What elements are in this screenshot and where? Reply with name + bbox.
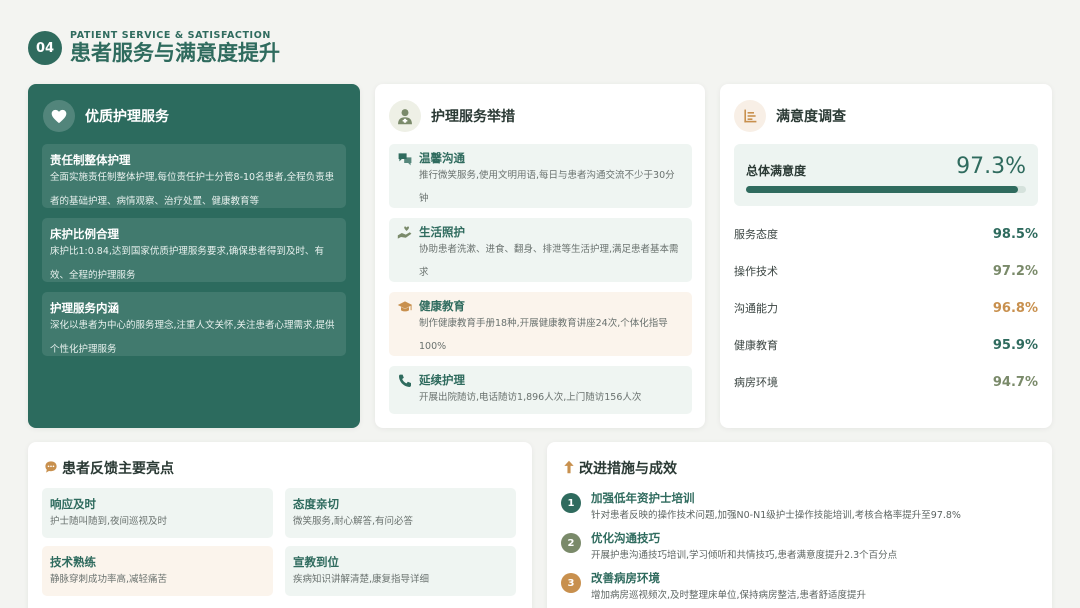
quality-care-item: 护理服务内涵 深化以患者为中心的服务理念,注重人文关怀,关注患者心理需求,提供个… xyxy=(42,292,346,356)
step-title: 改善病房环境 xyxy=(591,571,660,585)
heart-icon xyxy=(43,100,75,132)
page-title: 患者服务与满意度提升 xyxy=(70,41,280,65)
item-desc: 协助患者洗漱、进食、翻身、排泄等生活护理,满足患者基本需求 xyxy=(419,244,679,278)
metric-label: 操作技术 xyxy=(734,265,778,278)
section-header: 04 PATIENT SERVICE & SATISFACTION 患者服务与满… xyxy=(28,30,280,66)
speech-bubble-icon xyxy=(44,459,58,478)
step-title: 优化沟通技巧 xyxy=(591,531,660,545)
care-hand-icon xyxy=(397,225,413,241)
feedback-highlights-card: 患者反馈主要亮点 响应及时 护士随叫随到,夜间巡视及时 态度亲切 微笑服务,耐心… xyxy=(28,442,532,608)
list-chart-icon xyxy=(734,100,766,132)
graduation-cap-icon xyxy=(397,299,413,315)
metric-label: 沟通能力 xyxy=(734,302,778,315)
improvements-title: 改进措施与成效 xyxy=(579,461,677,477)
item-desc: 全面实施责任制整体护理,每位责任护士分管8-10名患者,全程负责患者的基础护理、… xyxy=(50,172,335,207)
measure-item: 温馨沟通 推行微笑服务,使用文明用语,每日与患者沟通交流不少于30分钟 xyxy=(389,144,692,208)
metric-value: 94.7% xyxy=(992,374,1038,390)
step-desc: 针对患者反映的操作技术问题,加强N0-N1级护士操作技能培训,考核合格率提升至9… xyxy=(591,510,961,521)
survey-metric-row: 服务态度 98.5% xyxy=(734,224,1038,244)
item-title: 技术熟练 xyxy=(50,555,96,569)
step-desc: 增加病房巡视频次,及时整理床单位,保持病房整洁,患者舒适度提升 xyxy=(591,590,867,601)
item-title: 响应及时 xyxy=(50,497,96,511)
feedback-item: 宣教到位 疾病知识讲解清楚,康复指导详细 xyxy=(285,546,516,596)
nurse-icon xyxy=(389,100,421,132)
feedback-item: 态度亲切 微笑服务,耐心解答,有问必答 xyxy=(285,488,516,538)
metric-label: 病房环境 xyxy=(734,376,778,389)
measure-item: 健康教育 制作健康教育手册18种,开展健康教育讲座24次,个体化指导100% xyxy=(389,292,692,356)
survey-title: 满意度调查 xyxy=(776,109,846,125)
overall-progress-track xyxy=(746,186,1026,193)
care-measures-card: 护理服务举措 温馨沟通 推行微笑服务,使用文明用语,每日与患者沟通交流不少于30… xyxy=(375,84,705,428)
quality-care-card: 优质护理服务 责任制整体护理 全面实施责任制整体护理,每位责任护士分管8-10名… xyxy=(28,84,360,428)
feedback-item: 响应及时 护士随叫随到,夜间巡视及时 xyxy=(42,488,273,538)
item-desc: 推行微笑服务,使用文明用语,每日与患者沟通交流不少于30分钟 xyxy=(419,170,675,204)
satisfaction-survey-card: 满意度调查 总体满意度 97.3% 服务态度 98.5% 操作技术 97.2% … xyxy=(720,84,1052,428)
metric-value: 97.2% xyxy=(992,263,1038,279)
step-desc: 开展护患沟通技巧培训,学习倾听和共情技巧,患者满意度提升2.3个百分点 xyxy=(591,550,898,561)
step-number: 1 xyxy=(561,493,581,513)
step-title: 加强低年资护士培训 xyxy=(591,491,695,505)
item-title: 宣教到位 xyxy=(293,555,339,569)
care-measures-title: 护理服务举措 xyxy=(431,109,515,125)
feedback-item: 技术熟练 静脉穿刺成功率高,减轻痛苦 xyxy=(42,546,273,596)
phone-icon xyxy=(397,373,413,389)
survey-metric-row: 沟通能力 96.8% xyxy=(734,298,1038,318)
item-title: 态度亲切 xyxy=(293,497,339,511)
overall-progress-fill xyxy=(746,186,1019,193)
survey-metric-row: 操作技术 97.2% xyxy=(734,261,1038,281)
metric-value: 95.9% xyxy=(992,337,1038,353)
item-desc: 深化以患者为中心的服务理念,注重人文关怀,关注患者心理需求,提供个性化护理服务 xyxy=(50,320,335,355)
item-desc: 制作健康教育手册18种,开展健康教育讲座24次,个体化指导100% xyxy=(419,318,668,352)
arrow-up-icon xyxy=(563,459,575,478)
feedback-title: 患者反馈主要亮点 xyxy=(62,461,174,477)
quality-care-title: 优质护理服务 xyxy=(85,109,169,125)
item-desc: 疾病知识讲解清楚,康复指导详细 xyxy=(293,574,430,585)
step-number: 2 xyxy=(561,533,581,553)
measure-item: 生活照护 协助患者洗漱、进食、翻身、排泄等生活护理,满足患者基本需求 xyxy=(389,218,692,282)
overall-satisfaction-value: 97.3% xyxy=(956,154,1026,179)
quality-care-item: 床护比例合理 床护比1:0.84,达到国家优质护理服务要求,确保患者得到及时、有… xyxy=(42,218,346,282)
item-desc: 开展出院随访,电话随访1,896人次,上门随访156人次 xyxy=(419,392,642,403)
quality-care-item: 责任制整体护理 全面实施责任制整体护理,每位责任护士分管8-10名患者,全程负责… xyxy=(42,144,346,208)
survey-metric-row: 病房环境 94.7% xyxy=(734,372,1038,392)
section-number-badge: 04 xyxy=(28,31,62,65)
item-desc: 床护比1:0.84,达到国家优质护理服务要求,确保患者得到及时、有效、全程的护理… xyxy=(50,246,324,281)
item-desc: 静脉穿刺成功率高,减轻痛苦 xyxy=(50,574,168,585)
improvements-card: 改进措施与成效 1 加强低年资护士培训 针对患者反映的操作技术问题,加强N0-N… xyxy=(547,442,1052,608)
metric-label: 健康教育 xyxy=(734,339,778,352)
metric-label: 服务态度 xyxy=(734,228,778,241)
overall-satisfaction-panel: 总体满意度 97.3% xyxy=(734,144,1038,206)
item-desc: 微笑服务,耐心解答,有问必答 xyxy=(293,516,414,527)
metric-value: 96.8% xyxy=(992,300,1038,316)
metric-value: 98.5% xyxy=(992,226,1038,242)
overall-satisfaction-label: 总体满意度 xyxy=(746,164,807,178)
step-number: 3 xyxy=(561,573,581,593)
survey-metric-row: 健康教育 95.9% xyxy=(734,335,1038,355)
section-eyebrow: PATIENT SERVICE & SATISFACTION xyxy=(70,30,271,41)
chat-bubbles-icon xyxy=(397,151,413,167)
measure-item: 延续护理 开展出院随访,电话随访1,896人次,上门随访156人次 xyxy=(389,366,692,414)
item-desc: 护士随叫随到,夜间巡视及时 xyxy=(50,516,168,527)
